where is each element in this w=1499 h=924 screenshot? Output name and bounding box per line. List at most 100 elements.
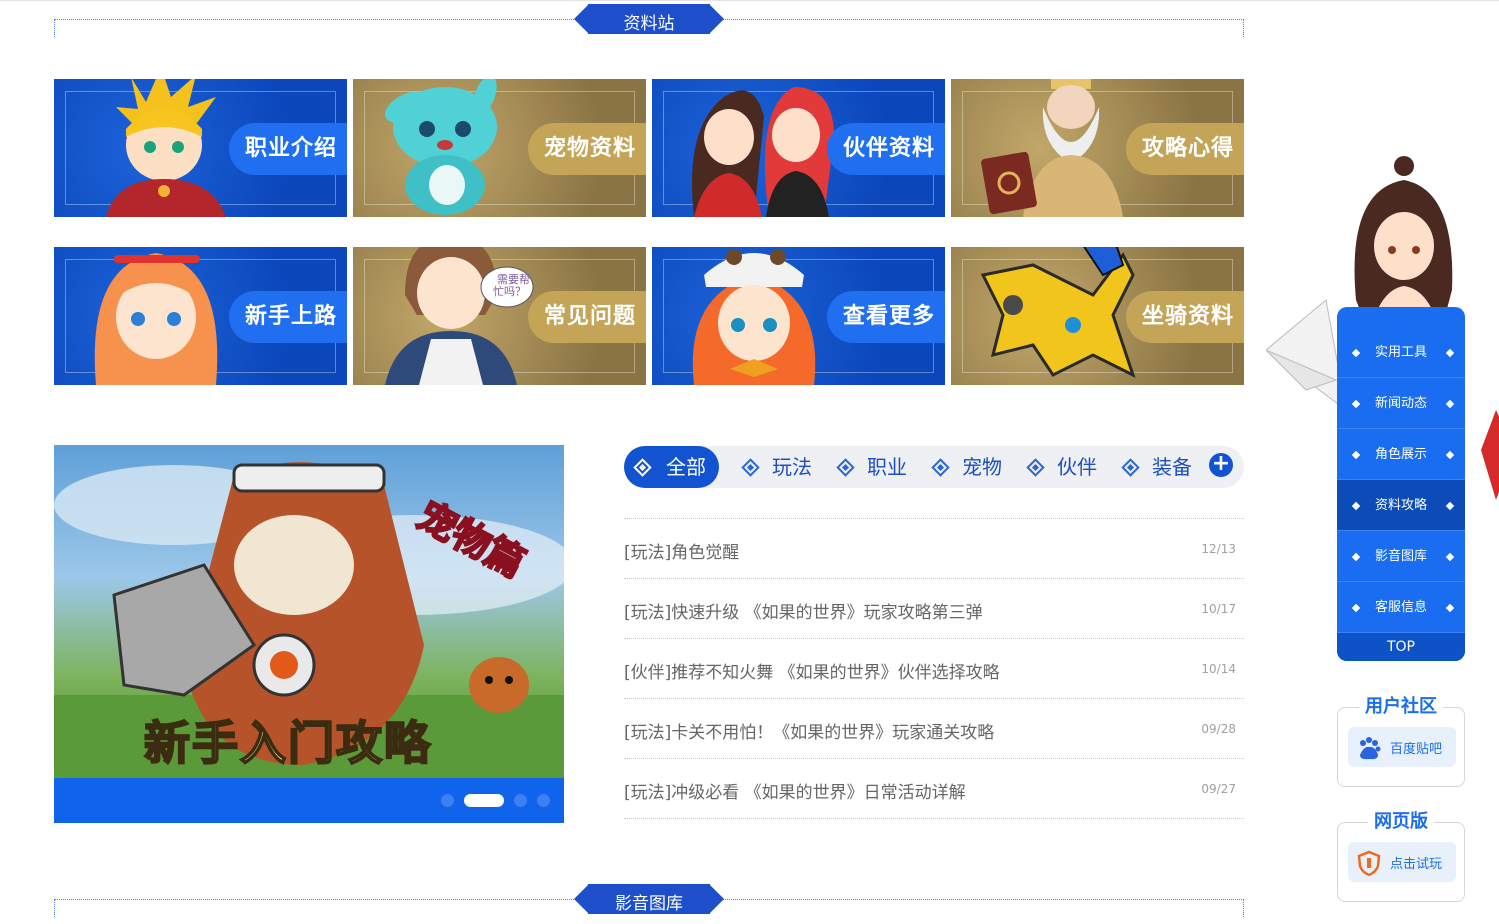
tab-1[interactable]: 玩法 <box>732 446 812 488</box>
web-version-title: 网页版 <box>1338 807 1464 833</box>
carousel-dots <box>441 794 550 807</box>
carousel-dot[interactable] <box>464 794 504 807</box>
news-item[interactable]: [玩法]冲级必看 《如果的世界》日常活动详解 09/27 <box>624 759 1244 819</box>
svg-text:忙吗？: 忙吗？ <box>493 284 526 298</box>
tab-4[interactable]: 伙伴 <box>1017 446 1097 488</box>
tile-faq[interactable]: 需要帮 忙吗？ 常见问题 <box>353 247 646 385</box>
tab-5[interactable]: 装备 <box>1112 446 1192 488</box>
bullet-icon <box>1351 552 1361 562</box>
tab-2[interactable]: 职业 <box>827 446 907 488</box>
diamond-icon <box>633 458 652 477</box>
bullet-icon <box>1351 399 1361 409</box>
tab-3[interactable]: 宠物 <box>922 446 1002 488</box>
bullet-icon <box>1445 348 1455 358</box>
tile-label: 查看更多 <box>827 291 945 343</box>
bullet-icon <box>1445 399 1455 409</box>
tab-label: 全部 <box>666 455 706 479</box>
community-title: 用户社区 <box>1338 692 1464 718</box>
bullet-icon <box>1351 348 1361 358</box>
news-list: [玩法]角色觉醒 12/13 [玩法]快速升级 《如果的世界》玩家攻略第三弹 10/1… <box>624 518 1244 819</box>
tile-class-intro[interactable]: 职业介绍 <box>54 79 347 217</box>
news-title[interactable]: [玩法]卡关不用怕！《如果的世界》玩家通关攻略 <box>624 718 994 743</box>
side-nav-label: 客服信息 <box>1374 600 1427 615</box>
baidu-tieba-label: 百度贴吧 <box>1390 742 1443 757</box>
news-date: 10/14 <box>1201 662 1236 676</box>
tab-label: 玩法 <box>772 455 812 479</box>
girl-art <box>94 253 218 385</box>
news-item[interactable]: [玩法]角色觉醒 12/13 <box>624 519 1244 579</box>
baidu-tieba-button[interactable]: 百度贴吧 <box>1348 727 1456 767</box>
bullet-icon <box>1351 501 1361 511</box>
tile-beginner-guide[interactable]: 新手上路 <box>54 247 347 385</box>
community-box: 用户社区 百度贴吧 <box>1337 696 1465 787</box>
side-nav-item-1[interactable]: 新闻动态 <box>1337 378 1465 429</box>
bullet-icon <box>1351 450 1361 460</box>
page: 资料站 职业介绍 宠物资料 伙伴资料 攻略心得 新手上路 需要帮 忙吗？ 常见问… <box>0 0 1499 924</box>
dotted-edge-left <box>54 899 55 917</box>
tile-mount-info[interactable]: 坐骑资料 <box>951 247 1244 385</box>
section-title: 影音图库 <box>615 894 683 914</box>
tile-strategy-tips[interactable]: 攻略心得 <box>951 79 1244 217</box>
bullet-icon <box>1351 603 1361 613</box>
news-item[interactable]: [玩法]卡关不用怕！《如果的世界》玩家通关攻略 09/28 <box>624 699 1244 759</box>
side-nav-item-2[interactable]: 角色展示 <box>1337 429 1465 480</box>
tile-see-more[interactable]: 查看更多 <box>652 247 945 385</box>
community-title-text: 用户社区 <box>1359 696 1443 717</box>
tile-label: 伙伴资料 <box>827 123 945 175</box>
side-nav-label: 影音图库 <box>1374 549 1427 564</box>
character-art <box>106 79 226 217</box>
pet-art <box>385 79 497 215</box>
carousel-dot[interactable] <box>537 794 550 807</box>
diamond-icon <box>836 458 855 477</box>
tab-label: 伙伴 <box>1057 455 1097 479</box>
web-version-title-text: 网页版 <box>1368 811 1434 832</box>
shield-icon <box>1357 850 1381 876</box>
diamond-icon <box>741 458 760 477</box>
tile-partner-info[interactable]: 伙伴资料 <box>652 79 945 217</box>
tile-pet-info[interactable]: 宠物资料 <box>353 79 646 217</box>
side-nav-label: 新闻动态 <box>1374 396 1427 411</box>
banner-image[interactable]: 宠物篇 新手入门攻略 <box>54 445 564 778</box>
more-tabs-button[interactable]: + <box>1209 453 1233 477</box>
section-title: 资料站 <box>623 14 675 34</box>
back-to-top-button[interactable]: TOP <box>1337 633 1465 661</box>
news-item[interactable]: [伙伴]推荐不知火舞 《如果的世界》伙伴选择攻略 10/14 <box>624 639 1244 699</box>
news-title[interactable]: [玩法]角色觉醒 <box>624 538 739 563</box>
tile-label: 攻略心得 <box>1126 123 1244 175</box>
dotted-edge-right <box>1243 899 1244 917</box>
news-title[interactable]: [玩法]冲级必看 《如果的世界》日常活动详解 <box>624 778 966 803</box>
section-title-badge: 影音图库 <box>574 882 724 916</box>
try-play-button[interactable]: 点击试玩 <box>1348 842 1456 882</box>
mom-art: 需要帮 忙吗？ <box>385 247 534 385</box>
bullet-icon <box>1445 450 1455 460</box>
news-item[interactable]: [玩法]快速升级 《如果的世界》玩家攻略第三弹 10/17 <box>624 579 1244 639</box>
tab-label: 宠物 <box>962 455 1002 479</box>
tile-label: 新手上路 <box>229 291 347 343</box>
news-title[interactable]: [伙伴]推荐不知火舞 《如果的世界》伙伴选择攻略 <box>624 658 1000 683</box>
carousel-dot[interactable] <box>514 794 527 807</box>
side-nav-item-3[interactable]: 资料攻略 <box>1337 480 1465 531</box>
tile-label: 宠物资料 <box>528 123 646 175</box>
side-nav-item-0[interactable]: 实用工具 <box>1337 327 1465 378</box>
section-header-data-station: 资料站 <box>54 2 1244 38</box>
news-title[interactable]: [玩法]快速升级 《如果的世界》玩家攻略第三弹 <box>624 598 983 623</box>
news-date: 12/13 <box>1201 542 1236 556</box>
section-header-media-gallery: 影音图库 <box>54 882 1244 918</box>
dotted-edge-left <box>54 19 55 37</box>
carousel-dot[interactable] <box>441 794 454 807</box>
tile-label: 职业介绍 <box>229 123 347 175</box>
tab-0[interactable]: 全部 <box>624 446 719 488</box>
news-date: 09/27 <box>1201 782 1236 796</box>
news-date: 10/17 <box>1201 602 1236 616</box>
banner-carousel[interactable]: 宠物篇 新手入门攻略 <box>54 445 564 823</box>
tile-label: 常见问题 <box>528 291 646 343</box>
try-play-label: 点击试玩 <box>1390 857 1443 872</box>
captain-girl-art <box>692 249 816 385</box>
side-nav-item-4[interactable]: 影音图库 <box>1337 531 1465 582</box>
section-title-badge: 资料站 <box>574 2 724 36</box>
side-nav-item-5[interactable]: 客服信息 <box>1337 582 1465 633</box>
mount-art <box>980 247 1136 378</box>
tab-label: 装备 <box>1152 455 1192 479</box>
sage-art <box>981 79 1123 217</box>
side-nav-label: 实用工具 <box>1374 345 1427 360</box>
